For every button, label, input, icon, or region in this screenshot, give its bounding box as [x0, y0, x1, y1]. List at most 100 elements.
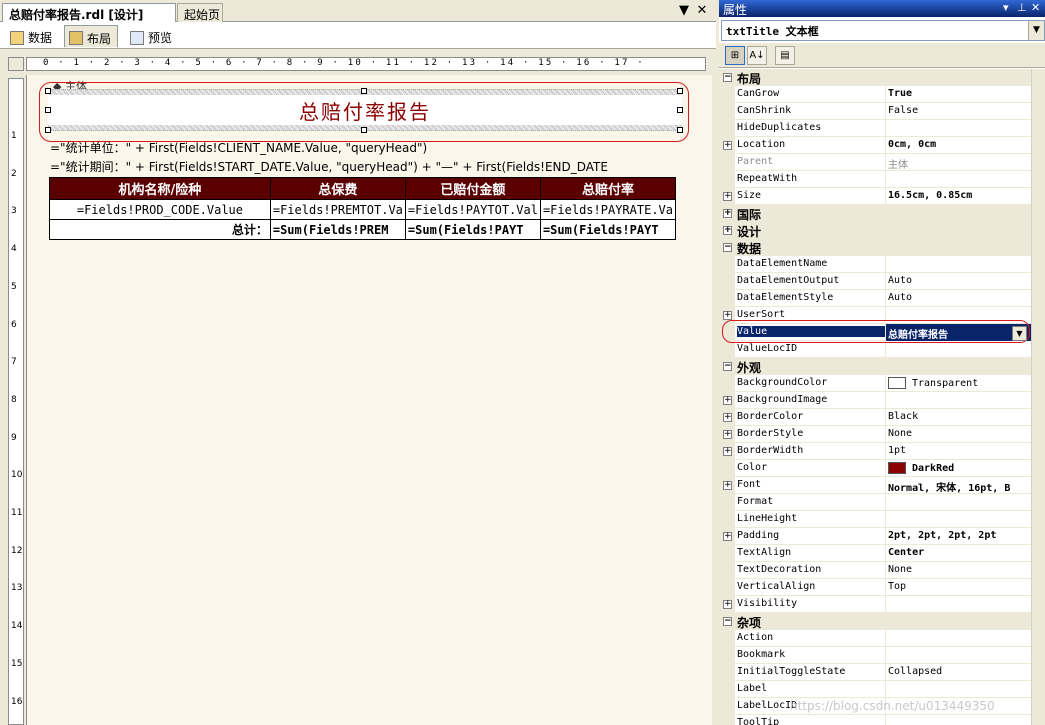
tab-layout[interactable]: 布局	[64, 25, 119, 47]
detail-cell[interactable]: =Fields!PAYTOT.Val	[404, 199, 541, 220]
property-value[interactable]	[885, 511, 1031, 528]
property-row[interactable]: + BorderColor Black	[719, 409, 1031, 426]
property-category[interactable]: − 数据	[719, 239, 1031, 256]
property-value[interactable]: Collapsed	[885, 664, 1031, 681]
tab-report-design[interactable]: 总赔付率报告.rdl [设计]	[2, 3, 176, 22]
total-cell[interactable]: =Sum(Fields!PAYT	[404, 219, 541, 240]
tab-list-dropdown-icon[interactable]: ▼	[676, 3, 692, 19]
property-category[interactable]: − 布局	[719, 69, 1031, 86]
report-canvas[interactable]: ◆ 主体 总赔付率报告 ="统计单位：" + First(Fields!CLIE…	[26, 75, 712, 725]
header-cell[interactable]: 机构名称/险种	[49, 177, 271, 200]
property-value[interactable]: Center	[885, 545, 1031, 562]
property-row[interactable]: Format	[719, 494, 1031, 511]
property-row[interactable]: Label	[719, 681, 1031, 698]
property-value[interactable]: None	[885, 426, 1031, 443]
property-value[interactable]: True	[885, 86, 1031, 103]
property-value[interactable]: None	[885, 562, 1031, 579]
property-value[interactable]: Transparent	[885, 375, 1031, 392]
property-row[interactable]: Action	[719, 630, 1031, 647]
total-cell[interactable]: =Sum(Fields!PREM	[269, 219, 406, 240]
collapse-icon[interactable]: −	[723, 617, 732, 626]
property-pages-icon[interactable]: ▤	[775, 46, 795, 65]
categorized-icon[interactable]: ⊞	[725, 46, 745, 65]
tab-preview[interactable]: 预览	[126, 25, 178, 47]
property-row[interactable]: CanShrink False	[719, 103, 1031, 120]
expand-icon[interactable]: +	[723, 396, 732, 405]
expand-icon[interactable]: +	[723, 532, 732, 541]
property-value[interactable]: 0cm, 0cm	[885, 137, 1031, 154]
expand-icon[interactable]: +	[723, 226, 732, 235]
pin-icon[interactable]: ⊥	[1017, 1, 1027, 14]
property-category[interactable]: + 国际	[719, 205, 1031, 222]
property-row[interactable]: + BorderStyle None	[719, 426, 1031, 443]
property-value[interactable]: 2pt, 2pt, 2pt, 2pt	[885, 528, 1031, 545]
property-value[interactable]	[885, 647, 1031, 664]
total-cell[interactable]: 总计：	[49, 219, 271, 240]
property-row[interactable]: Color DarkRed	[719, 460, 1031, 477]
property-category[interactable]: − 杂项	[719, 613, 1031, 630]
value-dropdown-icon[interactable]: ▼	[1012, 326, 1027, 341]
header-cell[interactable]: 总赔付率	[539, 177, 677, 200]
expand-icon[interactable]: +	[723, 141, 732, 150]
property-row[interactable]: Parent 主体	[719, 154, 1031, 171]
alphabetical-icon[interactable]: A↓	[747, 46, 767, 65]
chevron-down-icon[interactable]: ▼	[1028, 21, 1044, 40]
property-value[interactable]: 16.5cm, 0.85cm	[885, 188, 1031, 205]
property-value[interactable]: Normal, 宋体, 16pt, B	[885, 477, 1031, 494]
expand-icon[interactable]: +	[723, 192, 732, 201]
property-row[interactable]: Bookmark	[719, 647, 1031, 664]
property-row[interactable]: + Padding 2pt, 2pt, 2pt, 2pt	[719, 528, 1031, 545]
expand-icon[interactable]: +	[723, 600, 732, 609]
expand-icon[interactable]: +	[723, 209, 732, 218]
property-row[interactable]: DataElementName	[719, 256, 1031, 273]
expr-client-name[interactable]: ="统计单位：" + First(Fields!CLIENT_NAME.Valu…	[50, 139, 674, 156]
property-value[interactable]	[885, 715, 1031, 725]
property-row[interactable]: DataElementStyle Auto	[719, 290, 1031, 307]
property-row[interactable]: LineHeight	[719, 511, 1031, 528]
property-value[interactable]	[885, 171, 1031, 188]
property-row[interactable]: InitialToggleState Collapsed	[719, 664, 1031, 681]
property-value[interactable]: 1pt	[885, 443, 1031, 460]
property-category[interactable]: − 外观	[719, 358, 1031, 375]
property-row[interactable]: HideDuplicates	[719, 120, 1031, 137]
expand-icon[interactable]: +	[723, 430, 732, 439]
property-row[interactable]: DataElementOutput Auto	[719, 273, 1031, 290]
tab-start-page[interactable]: 起始页	[177, 3, 223, 22]
header-cell[interactable]: 已赔付金额	[404, 177, 541, 200]
property-value[interactable]	[885, 681, 1031, 698]
expand-icon[interactable]: +	[723, 311, 732, 320]
property-value[interactable]	[885, 341, 1031, 358]
property-row[interactable]: + Visibility	[719, 596, 1031, 613]
property-row[interactable]: CanGrow True	[719, 86, 1031, 103]
detail-cell[interactable]: =Fields!PROD_CODE.Value	[49, 199, 271, 220]
expand-icon[interactable]: +	[723, 447, 732, 456]
total-cell[interactable]: =Sum(Fields!PAYT	[539, 219, 677, 240]
property-value[interactable]: False	[885, 103, 1031, 120]
property-row[interactable]: TextAlign Center	[719, 545, 1031, 562]
property-value[interactable]: Auto	[885, 290, 1031, 307]
object-selector[interactable]: txtTitle 文本框 ▼	[721, 20, 1045, 41]
property-row[interactable]: + Font Normal, 宋体, 16pt, B	[719, 477, 1031, 494]
expand-icon[interactable]: +	[723, 481, 732, 490]
property-row[interactable]: TextDecoration None	[719, 562, 1031, 579]
property-category[interactable]: + 设计	[719, 222, 1031, 239]
expr-period[interactable]: ="统计期间：" + First(Fields!START_DATE.Value…	[50, 158, 674, 175]
property-row[interactable]: ValueLocID	[719, 341, 1031, 358]
property-row[interactable]: VerticalAlign Top	[719, 579, 1031, 596]
property-value[interactable]	[885, 596, 1031, 613]
collapse-icon[interactable]: −	[723, 362, 732, 371]
property-value[interactable]: 主体	[885, 154, 1031, 171]
expand-icon[interactable]: +	[723, 413, 732, 422]
property-row[interactable]: RepeatWith	[719, 171, 1031, 188]
close-icon[interactable]: ✕	[1031, 1, 1040, 14]
property-value[interactable]	[885, 120, 1031, 137]
property-row[interactable]: + BorderWidth 1pt	[719, 443, 1031, 460]
close-document-icon[interactable]: ✕	[694, 3, 710, 19]
collapse-icon[interactable]: −	[723, 73, 732, 82]
property-row[interactable]: + BackgroundImage	[719, 392, 1031, 409]
property-value[interactable]	[885, 392, 1031, 409]
property-value[interactable]	[885, 630, 1031, 647]
property-grid-scrollbar[interactable]	[1031, 69, 1045, 725]
property-value[interactable]: Black	[885, 409, 1031, 426]
property-row[interactable]: ToolTip	[719, 715, 1031, 725]
